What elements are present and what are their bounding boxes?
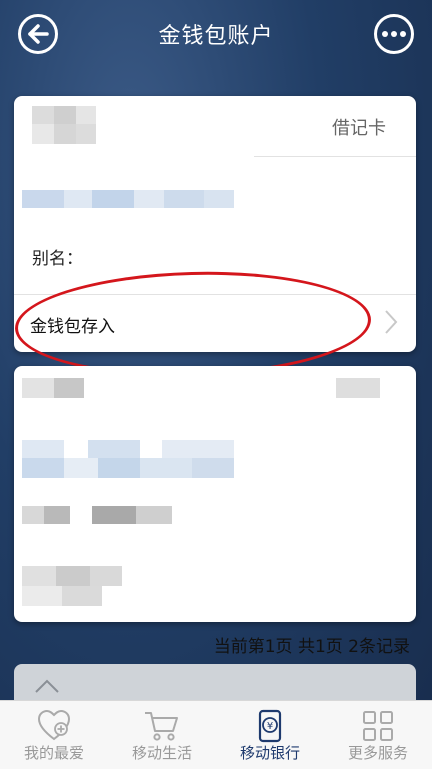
yuan-phone-icon: ¥: [258, 709, 282, 743]
more-dots-icon: [382, 31, 406, 37]
tab-label: 我的最爱: [23, 744, 84, 762]
more-button[interactable]: [374, 14, 414, 54]
page-title: 金钱包账户: [158, 24, 274, 49]
pagination-info: 当前第1页 共1页 2条记录: [213, 637, 410, 657]
card-type-label: 借记卡: [332, 118, 386, 139]
app-header: 金钱包账户: [0, 0, 432, 72]
tab-more-services[interactable]: 更多服务: [324, 701, 432, 769]
svg-text:¥: ¥: [267, 721, 273, 732]
masked-record-amount: [22, 506, 172, 524]
wallet-deposit-label: 金钱包存入: [30, 317, 115, 337]
tab-mobile-life[interactable]: 移动生活: [108, 701, 216, 769]
account-card: 借记卡 别名： 金钱包存入: [14, 96, 416, 352]
heart-plus-icon: [37, 709, 71, 741]
cart-icon: [145, 712, 178, 741]
tab-mobile-banking[interactable]: ¥ 移动银行: [216, 701, 324, 769]
tab-favorites[interactable]: 我的最爱: [0, 701, 108, 769]
divider: [254, 156, 416, 157]
tab-label: 移动生活: [131, 744, 192, 762]
chevron-up-icon: [35, 679, 59, 693]
tab-label: 更多服务: [347, 744, 408, 762]
tab-label: 移动银行: [239, 744, 300, 762]
record-card: [14, 366, 416, 622]
masked-account-name: [32, 106, 96, 144]
grid-icon: [363, 711, 393, 741]
masked-record-note: [22, 566, 122, 606]
chevron-right-icon: [385, 310, 398, 334]
wallet-deposit-row[interactable]: 金钱包存入: [14, 294, 416, 352]
masked-card-number: [22, 190, 234, 208]
alias-label: 别名：: [32, 249, 83, 269]
masked-record-account: [22, 440, 234, 478]
masked-record-date: [336, 378, 380, 398]
bottom-tab-bar: 我的最爱 移动生活 ¥ 移动银行 更多服务: [0, 700, 432, 769]
masked-record-title: [22, 378, 84, 398]
